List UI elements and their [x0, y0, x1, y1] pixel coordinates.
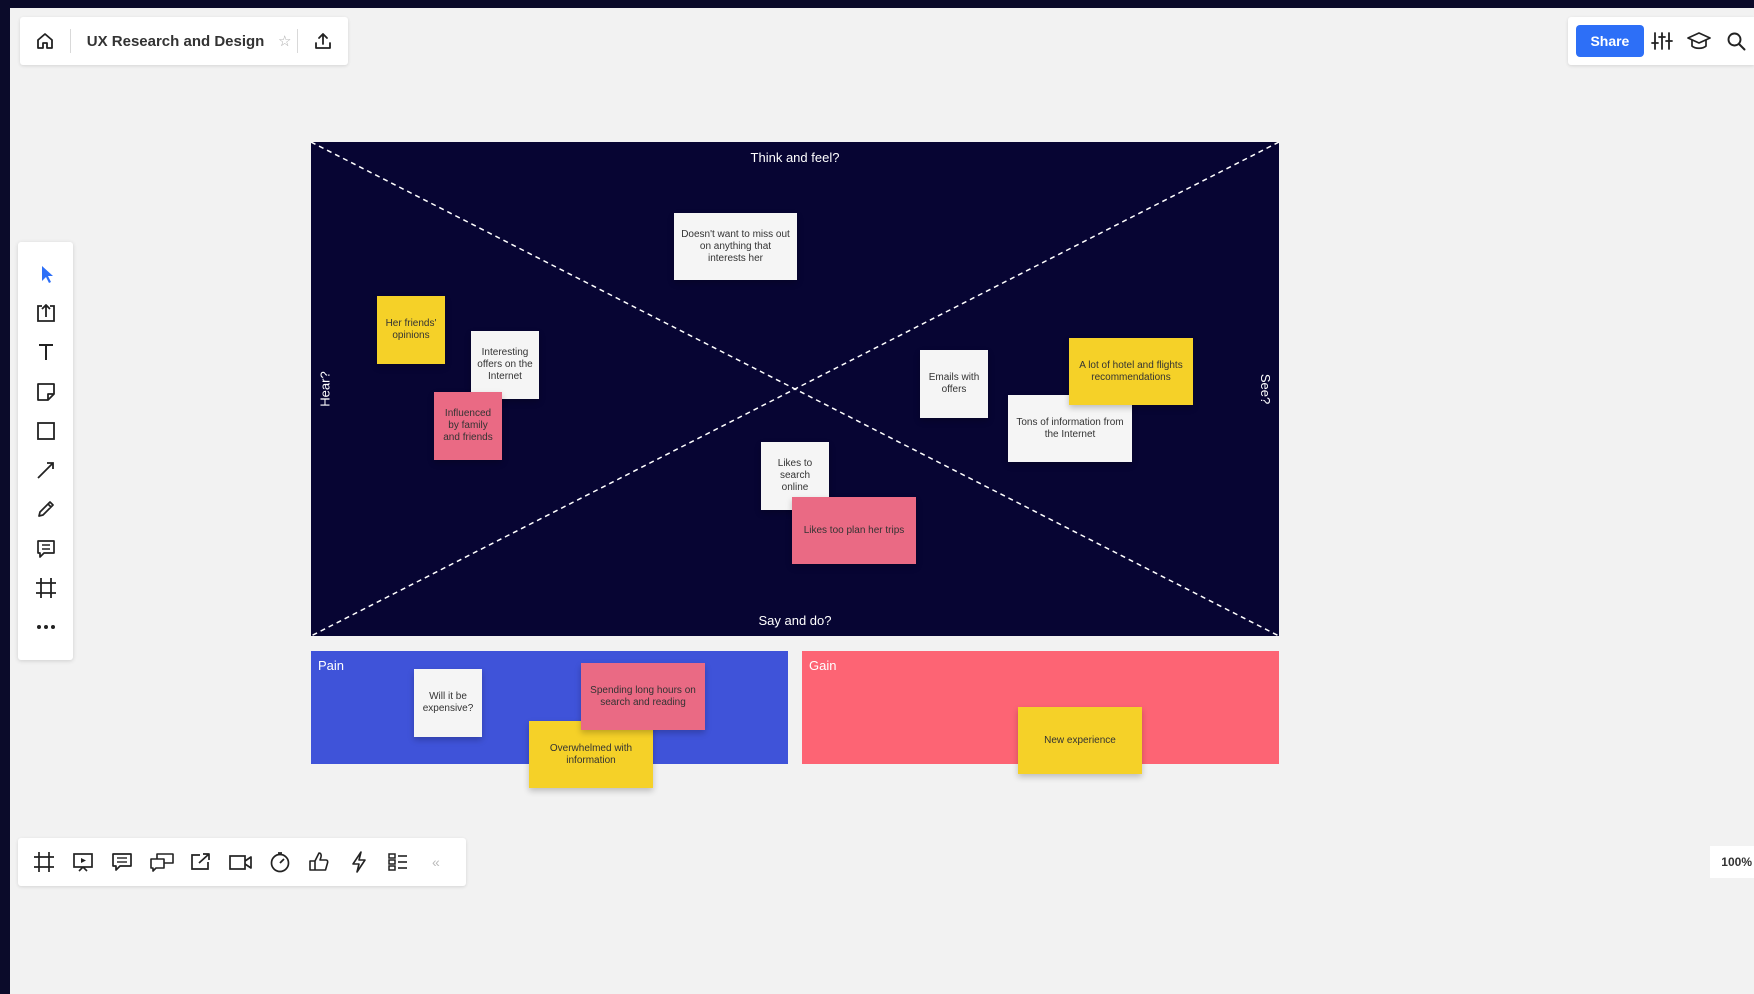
pen-tool[interactable]: [18, 490, 73, 529]
cursor-icon: [41, 265, 53, 283]
empathy-map-frame[interactable]: Think and feel? Say and do? Hear? See? D…: [311, 142, 1279, 636]
video-call-icon[interactable]: [221, 842, 260, 882]
sticky-note-tool[interactable]: [18, 372, 73, 411]
home-icon[interactable]: [20, 17, 70, 65]
select-tool[interactable]: [18, 254, 73, 293]
frames-icon[interactable]: [24, 842, 63, 882]
comments-icon[interactable]: [103, 842, 142, 882]
think-feel-label: Think and feel?: [750, 150, 840, 165]
graduation-cap-icon[interactable]: [1681, 21, 1718, 61]
comment-icon: [36, 539, 55, 558]
sticky-note[interactable]: Interesting offers on the Internet: [471, 331, 539, 399]
pen-icon: [37, 501, 54, 518]
collaboration-toolbar: «: [18, 838, 466, 886]
text-icon: [38, 344, 53, 361]
gain-label: Gain: [809, 658, 837, 673]
board-canvas[interactable]: UX Research and Design ☆ Share Think and…: [10, 8, 1754, 994]
collapse-chevrons-icon[interactable]: «: [418, 854, 454, 870]
tools-toolbar: [18, 242, 73, 660]
frame-tool[interactable]: [18, 568, 73, 607]
say-do-label: Say and do?: [758, 613, 832, 628]
text-tool[interactable]: [18, 333, 73, 372]
chat-icon[interactable]: [142, 842, 181, 882]
sticky-note[interactable]: Tons of information from the Internet: [1008, 395, 1132, 462]
more-tools[interactable]: [18, 608, 73, 647]
divider: [69, 29, 71, 53]
timer-icon[interactable]: [260, 842, 299, 882]
screen-share-icon[interactable]: [182, 842, 221, 882]
star-icon[interactable]: ☆: [272, 32, 297, 50]
zoom-level[interactable]: 100%: [1710, 846, 1754, 878]
export-icon[interactable]: [298, 17, 348, 65]
presentation-icon[interactable]: [63, 842, 102, 882]
board-actions: Share: [1568, 17, 1754, 65]
comment-tool[interactable]: [18, 529, 73, 568]
share-button[interactable]: Share: [1576, 25, 1644, 57]
lightning-icon[interactable]: [339, 842, 378, 882]
frame-icon: [35, 578, 56, 599]
sticky-note-icon: [36, 382, 55, 401]
sticky-note[interactable]: A lot of hotel and flights recommendatio…: [1069, 338, 1193, 405]
arrow-line-icon: [36, 462, 54, 479]
more-icon: [36, 625, 55, 630]
sticky-note[interactable]: Spending long hours on search and readin…: [581, 663, 705, 730]
pain-label: Pain: [318, 658, 345, 673]
upload-tool[interactable]: [18, 293, 73, 332]
square-icon: [36, 421, 55, 440]
sticky-note[interactable]: Emails with offers: [920, 350, 988, 418]
connection-line-tool[interactable]: [18, 450, 73, 489]
sticky-note[interactable]: Influenced by family and friends: [434, 392, 502, 460]
board-header: UX Research and Design ☆: [20, 17, 348, 65]
settings-sliders-icon[interactable]: [1644, 21, 1681, 61]
sticky-note[interactable]: Will it be expensive?: [414, 669, 482, 737]
card-list-icon[interactable]: [379, 842, 418, 882]
see-label: See?: [1257, 373, 1273, 405]
hear-label: Hear?: [317, 371, 333, 407]
sticky-note[interactable]: Likes too plan her trips: [792, 497, 916, 564]
search-icon[interactable]: [1717, 21, 1754, 61]
sticky-note[interactable]: Doesn't want to miss out on anything tha…: [674, 213, 797, 280]
sticky-note[interactable]: New experience: [1018, 707, 1142, 774]
sticky-note[interactable]: Overwhelmed with information: [529, 721, 653, 788]
upload-icon: [36, 304, 55, 322]
thumbs-up-icon[interactable]: [300, 842, 339, 882]
board-title[interactable]: UX Research and Design: [87, 33, 265, 50]
sticky-note[interactable]: Her friends' opinions: [377, 296, 445, 364]
shape-tool[interactable]: [18, 411, 73, 450]
